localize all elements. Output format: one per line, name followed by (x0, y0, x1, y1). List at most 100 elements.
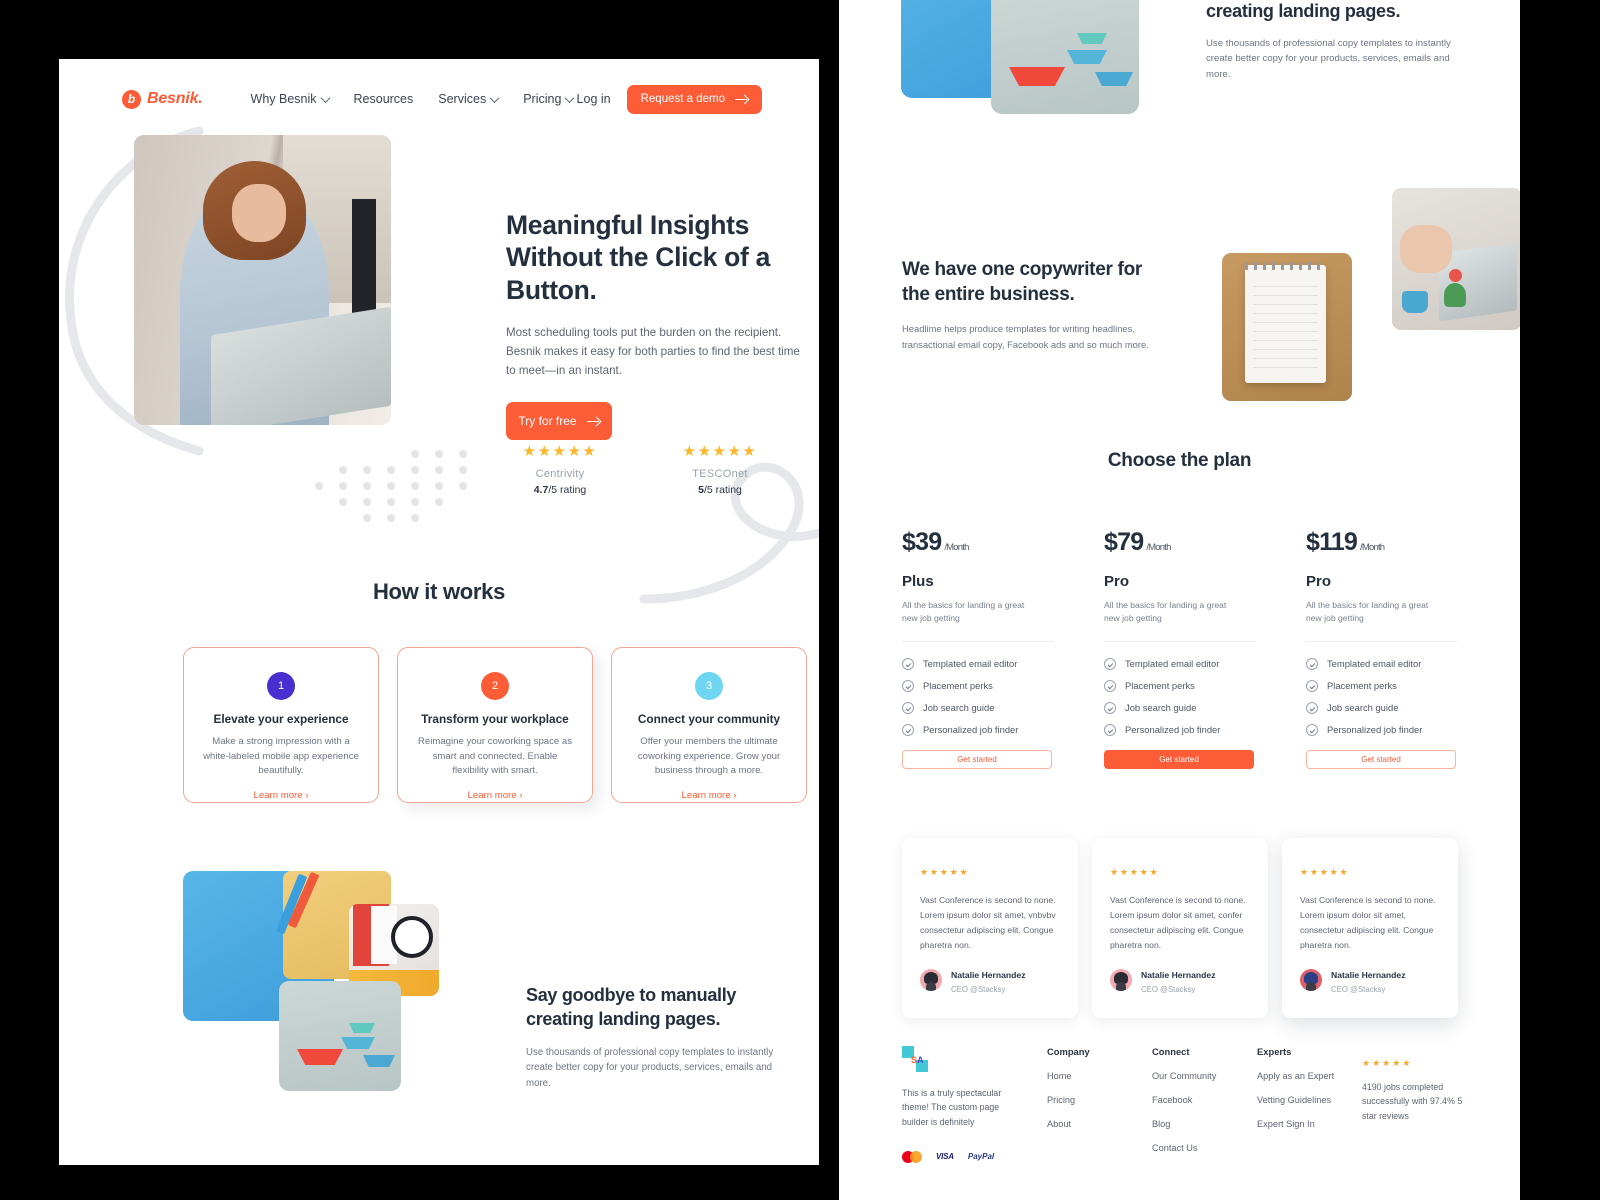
goodbye-copy-top: Say goodbye to manually creating landing… (1206, 0, 1476, 82)
payment-methods: VISA PayPal (902, 1150, 1047, 1163)
visa-icon: VISA (936, 1152, 954, 1162)
check-circle-icon (1306, 723, 1318, 736)
get-started-button-pro-119[interactable]: Get started (1306, 749, 1456, 769)
learn-more-link[interactable]: Learn more › (414, 790, 576, 801)
footer-review-text: 4190 jobs completed successfully with 97… (1362, 1082, 1463, 1121)
check-circle-icon (1104, 723, 1116, 736)
author-name: Natalie Hernandez (1331, 970, 1406, 980)
goodbye-title: Say goodbye to manually creating landing… (526, 985, 737, 1029)
plan-feature-list: Templated email editor Placement perks J… (1104, 657, 1278, 736)
plan-feature: Templated email editor (902, 657, 1076, 670)
footer-link-our-community[interactable]: Our Community (1152, 1071, 1257, 1081)
decorative-dot (363, 466, 371, 474)
footer-column-experts: Experts Apply as an Expert Vetting Guide… (1257, 1046, 1362, 1163)
learn-more-link[interactable]: Learn more › (200, 790, 362, 801)
login-link[interactable]: Log in (577, 92, 611, 106)
get-started-button-plus[interactable]: Get started (902, 749, 1052, 769)
logo-text: Besnik. (147, 90, 203, 107)
testimonial-author: Natalie Hernandez CEO @Stacksy (1110, 965, 1216, 994)
card-text: Reimagine your coworking space as smart … (417, 736, 573, 777)
card-text: Offer your members the ultimate coworkin… (637, 736, 781, 777)
decorative-dot (363, 482, 371, 490)
pricing-plans: $39/Month Plus All the basics for landin… (902, 528, 1508, 769)
plan-name: Pro (1306, 573, 1332, 590)
divider (1306, 640, 1458, 642)
plan-description: All the basics for landing a great new j… (1104, 600, 1227, 623)
try-for-free-button[interactable]: Try for free (506, 402, 612, 441)
plan-feature: Placement perks (1306, 679, 1480, 692)
mastercard-icon (902, 1150, 922, 1163)
request-demo-button[interactable]: Request a demo (626, 84, 762, 114)
footer-link-contact-us[interactable]: Contact Us (1152, 1143, 1257, 1153)
footer-description: This is a truly spectacular theme! The c… (902, 1088, 1002, 1127)
step-badge-2: 2 (481, 672, 509, 700)
get-started-button-pro-79[interactable]: Get started (1104, 749, 1254, 769)
check-circle-icon (902, 679, 914, 692)
footer-link-about[interactable]: About (1047, 1119, 1152, 1129)
chevron-down-icon (320, 92, 330, 103)
testimonial-card-1: ★★★★★ Vast Conference is second to none.… (902, 838, 1078, 1018)
plan-description: All the basics for landing a great new j… (1306, 600, 1429, 623)
footer-link-blog[interactable]: Blog (1152, 1119, 1257, 1129)
plan-feature: Personalized job finder (902, 723, 1076, 736)
decorative-dot (459, 466, 467, 474)
plan-feature: Placement perks (902, 679, 1076, 692)
paypal-icon: PayPal (967, 1152, 995, 1162)
nav-item-resources[interactable]: Resources (354, 92, 414, 106)
decorative-dot (411, 482, 419, 490)
decorative-dot (339, 498, 347, 506)
ratings-row: ★★★★★ Centrivity 4.7/5 rating ★★★★★ TESC… (506, 444, 774, 496)
testimonial-text: Vast Conference is second to none. Lorem… (1300, 895, 1436, 951)
how-it-works-card-1[interactable]: 1 Elevate your experience Make a strong … (183, 647, 379, 803)
learn-more-link[interactable]: Learn more › (628, 790, 790, 801)
check-circle-icon (902, 701, 914, 714)
footer-column-heading: Company (1047, 1046, 1090, 1057)
page-title: Meaningful Insights Without the Click of… (506, 210, 771, 305)
chevron-down-icon (564, 92, 575, 103)
plan-feature: Job search guide (902, 701, 1076, 714)
footer-column-heading: Connect (1152, 1046, 1190, 1057)
plan-feature: Job search guide (1306, 701, 1480, 714)
nav-item-why-besnik[interactable]: Why Besnik (251, 92, 330, 106)
star-rating-icon: ★★★★★ (1110, 867, 1160, 877)
how-it-works-cards: 1 Elevate your experience Make a strong … (183, 647, 807, 803)
footer-link-facebook[interactable]: Facebook (1152, 1095, 1257, 1105)
decorative-dot (435, 482, 443, 490)
footer-link-home[interactable]: Home (1047, 1071, 1152, 1081)
check-circle-icon (1104, 679, 1116, 692)
goodbye-subtitle: Use thousands of professional copy templ… (1206, 37, 1451, 80)
copywriter-section: We have one copywriter for the entire bu… (902, 188, 1520, 401)
nav-item-pricing[interactable]: Pricing (523, 92, 575, 106)
decorative-dot (411, 466, 419, 474)
card-text: Make a strong impression with a white-la… (203, 736, 359, 777)
card-title: Connect your community (637, 712, 781, 726)
author-name: Natalie Hernandez (1141, 970, 1216, 980)
how-it-works-card-2[interactable]: 2 Transform your workplace Reimagine you… (397, 647, 593, 803)
nav-links: Why Besnik Resources Services Pricing (251, 92, 575, 106)
footer-link-expert-sign-in[interactable]: Expert Sign In (1257, 1119, 1362, 1129)
testimonial-author: Natalie Hernandez CEO @Stacksy (1300, 965, 1406, 994)
collage-paper-boats-card (991, 0, 1139, 114)
footer-link-apply-as-expert[interactable]: Apply as an Expert (1257, 1071, 1362, 1081)
how-it-works-card-3[interactable]: 3 Connect your community Offer your memb… (611, 647, 807, 803)
decorative-dot (435, 450, 443, 458)
brand-logo[interactable]: b Besnik. (122, 89, 203, 109)
copywriter-title: We have one copywriter for the entire bu… (902, 259, 1142, 305)
nav-item-services[interactable]: Services (438, 92, 500, 106)
footer-link-vetting-guidelines[interactable]: Vetting Guidelines (1257, 1095, 1362, 1105)
top-collage-image-group (901, 0, 1201, 178)
decorative-dot (363, 498, 371, 506)
plan-price: $79/Month (1104, 528, 1171, 556)
rating-score: 4.7/5 rating (533, 484, 587, 496)
rating-centrivity: ★★★★★ Centrivity 4.7/5 rating (506, 444, 614, 496)
footer-link-pricing[interactable]: Pricing (1047, 1095, 1152, 1105)
testimonial-card-3: ★★★★★ Vast Conference is second to none.… (1282, 838, 1458, 1018)
testimonial-text: Vast Conference is second to none. Lorem… (1110, 895, 1246, 951)
right-page-panel: Say goodbye to manually creating landing… (839, 0, 1520, 1200)
plan-feature-list: Templated email editor Placement perks J… (902, 657, 1076, 736)
card-title: Elevate your experience (213, 712, 349, 726)
plan-price: $119/Month (1306, 528, 1385, 556)
chevron-down-icon (489, 92, 500, 103)
rating-tesconet: ★★★★★ TESCOnet 5/5 rating (666, 444, 774, 496)
avatar (1300, 968, 1322, 991)
